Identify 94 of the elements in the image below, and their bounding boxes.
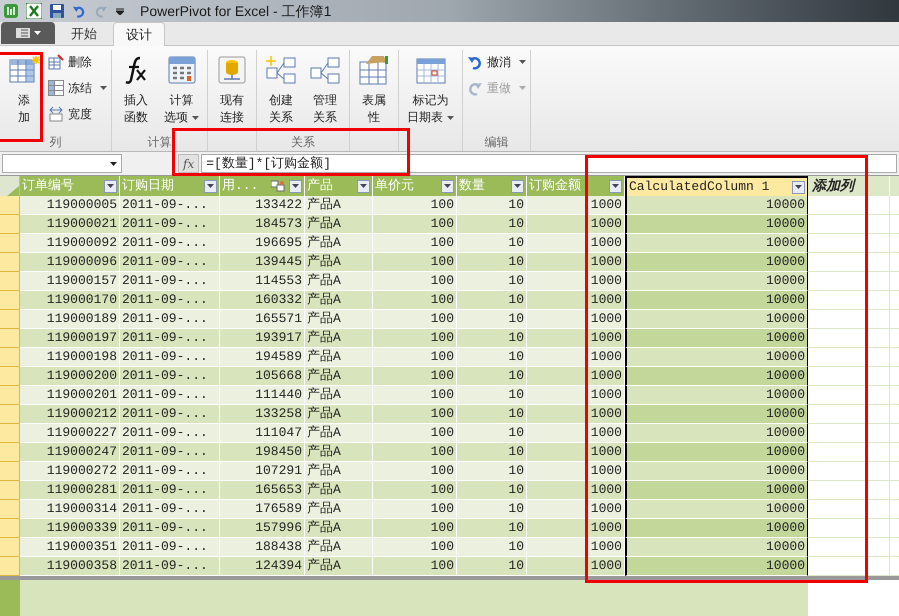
row-header[interactable] (0, 310, 20, 329)
customize-toolbar-icon[interactable] (116, 7, 124, 15)
row-header[interactable] (0, 481, 20, 500)
ribbon-button[interactable]: 冻结 (48, 78, 107, 98)
table-cell: 10000 (625, 367, 808, 386)
table-cell: 10000 (625, 500, 808, 519)
row-header[interactable] (0, 519, 20, 538)
table-cell: 10000 (625, 310, 808, 329)
row-header[interactable] (0, 253, 20, 272)
redo-icon[interactable] (94, 4, 108, 18)
row-header[interactable] (0, 348, 20, 367)
row-header[interactable] (0, 234, 20, 253)
ribbon-tab[interactable]: 设计 (113, 22, 165, 46)
table-cell: 10000 (625, 405, 808, 424)
row-header[interactable] (0, 386, 20, 405)
table-cell: 10000 (625, 272, 808, 291)
database-icon (216, 54, 248, 86)
table-hand-icon (358, 54, 390, 86)
ribbon-tab[interactable]: 开始 (59, 23, 109, 45)
table-cell: 10000 (625, 462, 808, 481)
table-cell: 10000 (625, 329, 808, 348)
add-column-header[interactable]: 添加列 (808, 176, 890, 196)
row-header[interactable] (0, 443, 20, 462)
row-header[interactable] (0, 405, 20, 424)
relationship-icon (265, 54, 297, 86)
table-cell: 10000 (625, 348, 808, 367)
ribbon-button[interactable]: 删除 (48, 52, 107, 72)
table-cell: 10000 (625, 481, 808, 500)
ribbon-button[interactable]: 宽度 (48, 104, 107, 124)
ribbon-button[interactable]: 现有 连接 (212, 50, 252, 133)
row-header[interactable] (0, 367, 20, 386)
calculation-area-header (0, 580, 20, 616)
filter-dropdown-icon[interactable] (357, 180, 370, 192)
file-menu-button[interactable] (1, 22, 55, 44)
row-header[interactable] (0, 538, 20, 557)
ribbon-button[interactable]: 管理 关系 (305, 50, 345, 133)
ribbon-button[interactable]: 插入 函数 (116, 50, 156, 133)
filter-dropdown-icon[interactable] (289, 180, 302, 192)
row-header[interactable] (0, 424, 20, 443)
ribbon-button[interactable]: 撤消 (467, 52, 526, 72)
name-box[interactable] (2, 154, 122, 173)
row-header[interactable] (0, 196, 20, 215)
undo-icon[interactable] (72, 4, 86, 18)
table-cell: 10000 (625, 519, 808, 538)
ribbon-button[interactable]: 标记为 日期表 (403, 50, 458, 133)
group-label: 关系 (291, 134, 315, 151)
row-header[interactable] (0, 462, 20, 481)
table-cell: 10000 (625, 291, 808, 310)
row-header[interactable] (0, 291, 20, 310)
row-header[interactable] (0, 500, 20, 519)
excel-icon[interactable] (26, 3, 42, 19)
undo-icon (467, 54, 483, 70)
group-label: 计算 (148, 134, 172, 151)
table-cell: 10000 (625, 424, 808, 443)
group-label: 编辑 (484, 134, 508, 151)
delete-column-icon (48, 54, 64, 70)
filter-dropdown-icon[interactable] (204, 180, 217, 192)
table-cell: 10000 (625, 386, 808, 405)
powerpivot-icon (4, 4, 18, 18)
table-cell: 10000 (625, 196, 808, 215)
filter-dropdown-icon[interactable] (792, 180, 805, 194)
menu-icon (16, 28, 30, 38)
ribbon-button[interactable]: 添 加 (4, 50, 44, 133)
column-width-icon (48, 106, 64, 122)
calculator-icon (166, 54, 198, 86)
row-header[interactable] (0, 215, 20, 234)
formula-field[interactable]: =[数量]*[订购金额] (201, 154, 897, 173)
filter-dropdown-icon[interactable] (441, 180, 454, 192)
window-title: PowerPivot for Excel - 工作簿1 (140, 2, 332, 20)
ribbon-button[interactable]: 创建 关系 (261, 50, 301, 133)
row-header[interactable] (0, 272, 20, 291)
function-icon[interactable]: fx (178, 154, 200, 173)
select-all-corner[interactable] (0, 176, 20, 196)
filter-dropdown-icon[interactable] (609, 180, 622, 192)
table-cell: 10000 (625, 557, 808, 576)
filter-dropdown-icon[interactable] (104, 180, 117, 192)
redo-icon (467, 80, 483, 96)
caret-icon (110, 162, 117, 166)
freeze-column-icon (48, 80, 64, 96)
filter-dropdown-icon[interactable] (511, 180, 524, 192)
table-cell: 10000 (625, 538, 808, 557)
row-header[interactable] (0, 329, 20, 348)
row-header[interactable] (0, 557, 20, 576)
table-cell: 10000 (625, 253, 808, 272)
column-header[interactable]: CalculatedColumn 1 (625, 176, 808, 196)
table-cell: 10000 (625, 443, 808, 462)
table-cell: 10000 (625, 215, 808, 234)
corner-triangle-icon (7, 186, 19, 196)
table-cell: 10000 (625, 234, 808, 253)
ribbon-button[interactable]: 计算 选项 (160, 50, 203, 133)
save-icon[interactable] (50, 4, 64, 18)
ribbon-button[interactable]: 表属 性 (354, 50, 394, 133)
caret-icon (34, 31, 40, 35)
group-label: 列 (50, 134, 62, 151)
